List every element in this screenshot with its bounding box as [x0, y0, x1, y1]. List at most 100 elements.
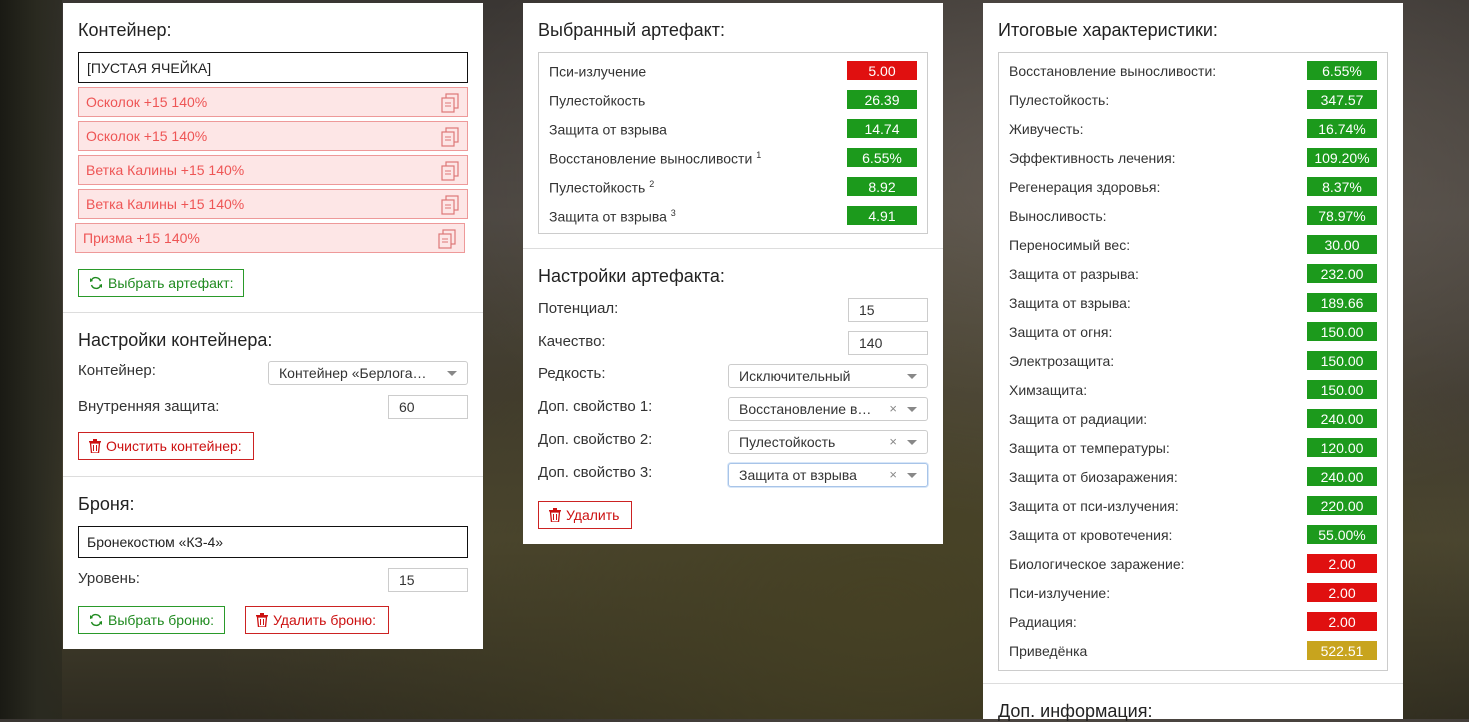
artifact-slot-label: Ветка Калины +15 140% — [86, 162, 245, 178]
prop1-select[interactable]: Восстановление в… × — [728, 397, 928, 421]
delete-armor-button[interactable]: Удалить броню: — [245, 606, 389, 634]
container-title: Контейнер: — [78, 20, 172, 40]
stat-label: Пси-излучение — [549, 63, 647, 80]
stat-label: Защита от кровотечения: — [1009, 527, 1173, 543]
stat-label: Приведёнка — [1009, 643, 1088, 659]
select-armor-button[interactable]: Выбрать броню: — [78, 606, 225, 634]
prop2-label: Доп. свойство 2: — [538, 431, 653, 448]
artifact-settings-title: Настройки артефакта: — [538, 266, 725, 286]
refresh-icon — [90, 613, 102, 627]
stat-label: Пулестойкость — [549, 92, 646, 109]
artifact-slot[interactable]: Осколок +15 140% — [78, 121, 468, 151]
stat-label: Пси-излучение: — [1009, 585, 1111, 601]
empty-slot[interactable]: [ПУСТАЯ ЯЧЕЙКА] — [78, 52, 468, 83]
prop2-value: Пулестойкость — [739, 434, 836, 450]
potential-label: Потенциал: — [538, 300, 619, 317]
artifact-slot[interactable]: Призма +15 140% — [75, 223, 465, 253]
stat-label: Химзащита: — [1009, 382, 1088, 398]
stat-label: Переносимый вес: — [1009, 237, 1131, 253]
artifact-panel: Выбранный артефакт: Пси-излучение 5.00 П… — [523, 3, 943, 544]
divider — [63, 476, 483, 477]
stat-value: 6.55% — [847, 148, 917, 167]
rarity-value: Исключительный — [739, 368, 851, 384]
clear-icon[interactable]: × — [889, 467, 897, 482]
delete-artifact-button[interactable]: Удалить — [538, 501, 632, 529]
stat-label: Живучесть: — [1009, 121, 1084, 137]
artifact-slot[interactable]: Ветка Калины +15 140% — [78, 189, 468, 219]
armor-title: Броня: — [78, 494, 135, 514]
stat-value: 8.37% — [1307, 177, 1377, 196]
stat-value: 150.00 — [1307, 322, 1377, 341]
potential-input[interactable]: 15 — [848, 298, 928, 322]
stat-value: 240.00 — [1307, 467, 1377, 486]
clear-icon[interactable]: × — [889, 401, 897, 416]
stat-label: Пулестойкость: — [1009, 92, 1110, 108]
prop3-select[interactable]: Защита от взрыва × — [728, 463, 928, 487]
stat-label: Защита от радиации: — [1009, 411, 1148, 427]
stat-label: Защита от огня: — [1009, 324, 1113, 340]
divider — [523, 248, 943, 249]
stat-value: 8.92 — [847, 177, 917, 196]
container-select[interactable]: Контейнер «Берлога… — [268, 361, 468, 385]
stat-label: Защита от биозаражения: — [1009, 469, 1178, 485]
stat-value: 240.00 — [1307, 409, 1377, 428]
stat-value: 55.00% — [1307, 525, 1377, 544]
stat-value: 16.74% — [1307, 119, 1377, 138]
delete-armor-label: Удалить броню: — [273, 612, 377, 628]
copy-icon[interactable] — [441, 93, 459, 113]
chevron-down-icon — [907, 374, 917, 379]
clear-container-label: Очистить контейнер: — [106, 438, 242, 454]
container-panel: Контейнер: [ПУСТАЯ ЯЧЕЙКА] Осколок +15 1… — [63, 3, 483, 649]
copy-icon[interactable] — [441, 161, 459, 181]
stat-value: 14.74 — [847, 119, 917, 138]
inner-protection-input[interactable]: 60 — [388, 395, 468, 419]
level-input[interactable]: 15 — [388, 568, 468, 592]
prop3-value: Защита от взрыва — [739, 467, 857, 483]
trash-icon — [549, 508, 561, 522]
stat-label: Восстановление выносливости: — [1009, 63, 1217, 79]
stat-value: 6.55% — [1307, 61, 1377, 80]
stat-value: 150.00 — [1307, 351, 1377, 370]
stat-value: 2.00 — [1307, 554, 1377, 573]
artifact-slot-label: Осколок +15 140% — [86, 128, 208, 144]
divider — [983, 683, 1403, 684]
copy-icon[interactable] — [438, 229, 456, 249]
stat-value: 150.00 — [1307, 380, 1377, 399]
select-artifact-label: Выбрать артефакт: — [108, 275, 234, 291]
stat-value: 2.00 — [1307, 612, 1377, 631]
select-artifact-button[interactable]: Выбрать артефакт: — [78, 269, 244, 297]
container-settings-title: Настройки контейнера: — [78, 330, 273, 350]
stat-value: 30.00 — [1307, 235, 1377, 254]
stat-value: 522.51 — [1307, 641, 1377, 660]
clear-container-button[interactable]: Очистить контейнер: — [78, 432, 254, 460]
copy-icon[interactable] — [441, 127, 459, 147]
level-label: Уровень: — [78, 570, 140, 587]
stat-value: 4.91 — [847, 206, 917, 225]
stat-label: Защита от взрыва — [549, 121, 667, 138]
divider — [63, 312, 483, 313]
clear-icon[interactable]: × — [889, 434, 897, 449]
copy-icon[interactable] — [441, 195, 459, 215]
rarity-select[interactable]: Исключительный — [728, 364, 928, 388]
prop1-value: Восстановление в… — [739, 401, 872, 417]
armor-field[interactable]: Бронекостюм «КЗ-4» — [78, 526, 468, 558]
stat-value: 232.00 — [1307, 264, 1377, 283]
artifact-slot[interactable]: Ветка Калины +15 140% — [78, 155, 468, 185]
stat-label: Регенерация здоровья: — [1009, 179, 1161, 195]
background-tree — [0, 0, 62, 719]
quality-input[interactable]: 140 — [848, 331, 928, 355]
prop2-select[interactable]: Пулестойкость × — [728, 430, 928, 454]
stat-label: Защита от взрыва: — [1009, 295, 1131, 311]
refresh-icon — [90, 276, 102, 290]
artifact-slot-label: Осколок +15 140% — [86, 94, 208, 110]
artifact-slot-label: Ветка Калины +15 140% — [86, 196, 245, 212]
prop3-label: Доп. свойство 3: — [538, 464, 653, 481]
chevron-down-icon — [447, 371, 457, 376]
delete-artifact-label: Удалить — [566, 507, 620, 523]
stat-label: Защита от температуры: — [1009, 440, 1170, 456]
artifact-slot[interactable]: Осколок +15 140% — [78, 87, 468, 117]
trash-icon — [256, 613, 268, 627]
stat-value: 120.00 — [1307, 438, 1377, 457]
artifact-title: Выбранный артефакт: — [538, 20, 725, 40]
stat-value: 189.66 — [1307, 293, 1377, 312]
